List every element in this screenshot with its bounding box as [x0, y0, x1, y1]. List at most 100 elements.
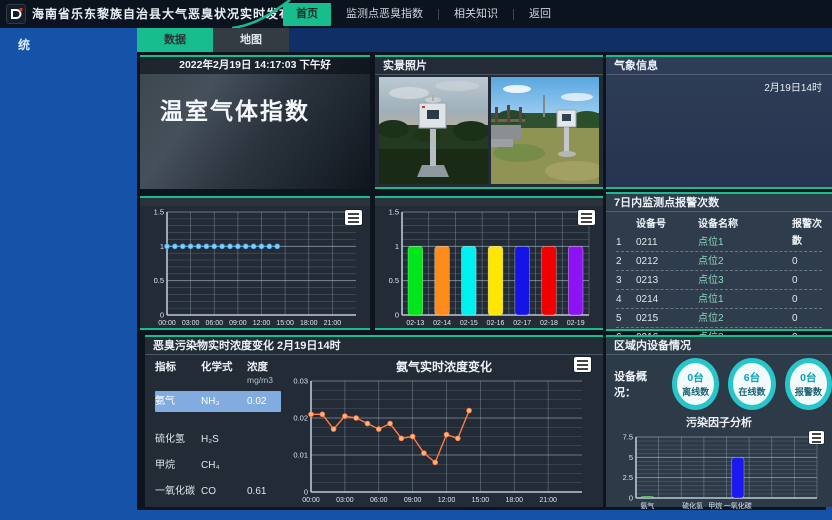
nav-knowledge[interactable]: 相关知识	[439, 0, 513, 28]
weather-timestamp: 2月19日14时	[606, 75, 832, 94]
logo-glyph	[7, 5, 25, 23]
svg-text:09:00: 09:00	[404, 497, 422, 504]
device-header: 区域内设备情况	[606, 337, 832, 355]
svg-text:一氧化碳: 一氧化碳	[724, 501, 752, 510]
chart-panel-header	[140, 198, 370, 206]
tab-data[interactable]: 数据	[137, 28, 213, 52]
svg-text:12:00: 12:00	[253, 320, 271, 327]
svg-text:0.03: 0.03	[293, 377, 308, 386]
svg-text:06:00: 06:00	[370, 497, 388, 504]
svg-text:1.5: 1.5	[389, 208, 399, 217]
pollution-factor-chart: 0 2.5 5 7.5 氨气 硫化氢甲烷一氧化碳	[610, 431, 828, 511]
svg-text:02-19: 02-19	[567, 320, 585, 327]
site-photo-day	[491, 77, 600, 184]
chart-menu-icon[interactable]	[809, 431, 824, 444]
site-photo-dusk	[379, 77, 488, 184]
svg-text:1.5: 1.5	[154, 208, 164, 217]
odor-panel: 恶臭污染物实时浓度变化 2月19日14时 指标 化学式 浓度 mg/m3 氨气N…	[145, 335, 603, 507]
table-row: 20212 点位20	[616, 252, 822, 271]
datetime-text: 2022年2月19日 14:17:03 下午好	[140, 57, 370, 74]
table-row: 10211 点位10	[616, 233, 822, 252]
svg-text:02-13: 02-13	[406, 320, 424, 327]
greeting-panel: 2022年2月19日 14:17:03 下午好 温室气体指数	[140, 55, 370, 189]
svg-text:1: 1	[160, 242, 164, 251]
photos-header: 实景照片	[375, 57, 603, 75]
svg-text:7.5: 7.5	[623, 433, 633, 442]
table-row: 40214 点位10	[616, 290, 822, 309]
svg-text:09:00: 09:00	[229, 320, 247, 327]
svg-text:02-18: 02-18	[540, 320, 558, 327]
svg-text:00:00: 00:00	[302, 497, 320, 504]
svg-text:02-14: 02-14	[433, 320, 451, 327]
svg-text:5: 5	[629, 453, 633, 462]
online-count-circle: 6台 在线数	[728, 358, 775, 410]
ammonia-chart-title: 氨气实时浓度变化	[285, 358, 603, 375]
odor-row-ch4[interactable]: 甲烷CH₄	[155, 455, 281, 476]
svg-text:0: 0	[160, 311, 164, 320]
odor-table: 指标 化学式 浓度 mg/m3 氨气NH₃0.02 硫化氢H₂S 甲烷CH₄ 一…	[145, 355, 285, 505]
svg-text:02-15: 02-15	[460, 320, 478, 327]
svg-text:0.01: 0.01	[293, 451, 308, 460]
pollution-factor-title: 污染因子分析	[606, 414, 832, 430]
brand-logo	[6, 4, 26, 24]
svg-text:0: 0	[395, 311, 399, 320]
alarm-count-circle: 0台 报警数	[785, 358, 832, 410]
ammonia-trend-chart: 00.010.020.0300:0003:0006:0009:0012:0015…	[285, 375, 603, 505]
col-conc: 浓度 mg/m3	[247, 359, 287, 386]
svg-text:0: 0	[629, 494, 633, 503]
device-overview-label: 设备概况：	[614, 368, 663, 400]
device-overview-row: 设备概况： 0台 离线数 6台 在线数 0台 报警数	[606, 358, 832, 410]
svg-text:12:00: 12:00	[438, 497, 456, 504]
alarm-header: 7日内监测点报警次数	[606, 194, 832, 212]
svg-text:0.5: 0.5	[389, 276, 399, 285]
chart-panel-header	[375, 198, 603, 206]
conc-unit: mg/m3	[247, 375, 273, 385]
odor-header: 恶臭污染物实时浓度变化 2月19日14时	[145, 337, 603, 355]
nav-home[interactable]: 首页	[283, 3, 331, 26]
svg-text:21:00: 21:00	[539, 497, 557, 504]
alarm-table: 设备号 设备名称 报警次数 10211 点位10 20212 点位20 3021…	[606, 212, 832, 347]
nav-back[interactable]: 返回	[514, 0, 566, 28]
odor-row-ammonia[interactable]: 氨气NH₃0.02	[155, 391, 281, 412]
left-sidebar: 统	[0, 28, 137, 520]
svg-text:03:00: 03:00	[182, 320, 200, 327]
chart-menu-icon[interactable]	[345, 210, 362, 225]
svg-text:00:00: 00:00	[158, 320, 176, 327]
daily-bars-panel: 00.511.502-1302-1402-1502-1602-1702-1802…	[375, 196, 603, 330]
dashboard-app: 海南省乐东黎族自治县大气恶臭状况实时发布系 首页 监测点恶臭指数 相关知识 返回…	[0, 0, 832, 520]
offline-count-circle: 0台 离线数	[672, 358, 719, 410]
odor-row-h2s[interactable]: 硫化氢H₂S	[155, 429, 281, 450]
top-bar: 海南省乐东黎族自治县大气恶臭状况实时发布系 首页 监测点恶臭指数 相关知识 返回	[0, 0, 832, 28]
svg-text:02-17: 02-17	[513, 320, 531, 327]
photos-panel: 实景照片	[375, 55, 603, 189]
table-row: 30213 点位30	[616, 271, 822, 290]
svg-text:0.5: 0.5	[154, 276, 164, 285]
chart-menu-icon[interactable]	[574, 357, 591, 372]
svg-text:氨气: 氨气	[640, 501, 654, 510]
alarm-table-panel: 7日内监测点报警次数 设备号 设备名称 报警次数 10211 点位10 2021…	[606, 192, 832, 331]
odor-table-header-row: 指标 化学式 浓度 mg/m3	[155, 359, 281, 386]
svg-text:硫化氢: 硫化氢	[682, 501, 703, 510]
odor-row-co[interactable]: 一氧化碳CO0.61	[155, 481, 281, 502]
tab-map[interactable]: 地图	[213, 28, 289, 52]
greenhouse-trend-chart: 00.511.500:0003:0006:0009:0012:0015:0018…	[141, 206, 369, 328]
svg-text:0: 0	[304, 488, 308, 497]
nav-odor-index[interactable]: 监测点恶臭指数	[331, 0, 438, 28]
sidebar-label: 统	[18, 36, 30, 53]
svg-text:02-16: 02-16	[487, 320, 505, 327]
bottom-strip	[0, 510, 832, 520]
svg-text:2.5: 2.5	[623, 473, 633, 482]
weather-header: 气象信息	[606, 57, 832, 75]
svg-text:甲烷: 甲烷	[708, 501, 722, 510]
page-title: 温室气体指数	[160, 92, 370, 126]
main-nav: 首页 监测点恶臭指数 相关知识 返回	[283, 0, 566, 28]
svg-text:18:00: 18:00	[505, 497, 523, 504]
svg-text:15:00: 15:00	[276, 320, 294, 327]
svg-text:06:00: 06:00	[205, 320, 223, 327]
greenhouse-chart-panel: 00.511.500:0003:0006:0009:0012:0015:0018…	[140, 196, 370, 330]
daily-index-bar-chart: 00.511.502-1302-1402-1502-1602-1702-1802…	[376, 206, 602, 328]
col-indicator: 指标	[155, 359, 201, 386]
chart-menu-icon[interactable]	[578, 210, 595, 225]
col-formula: 化学式	[201, 359, 247, 386]
device-panel: 区域内设备情况 设备概况： 0台 离线数 6台 在线数 0台 报警数 污染因子分…	[606, 335, 832, 507]
